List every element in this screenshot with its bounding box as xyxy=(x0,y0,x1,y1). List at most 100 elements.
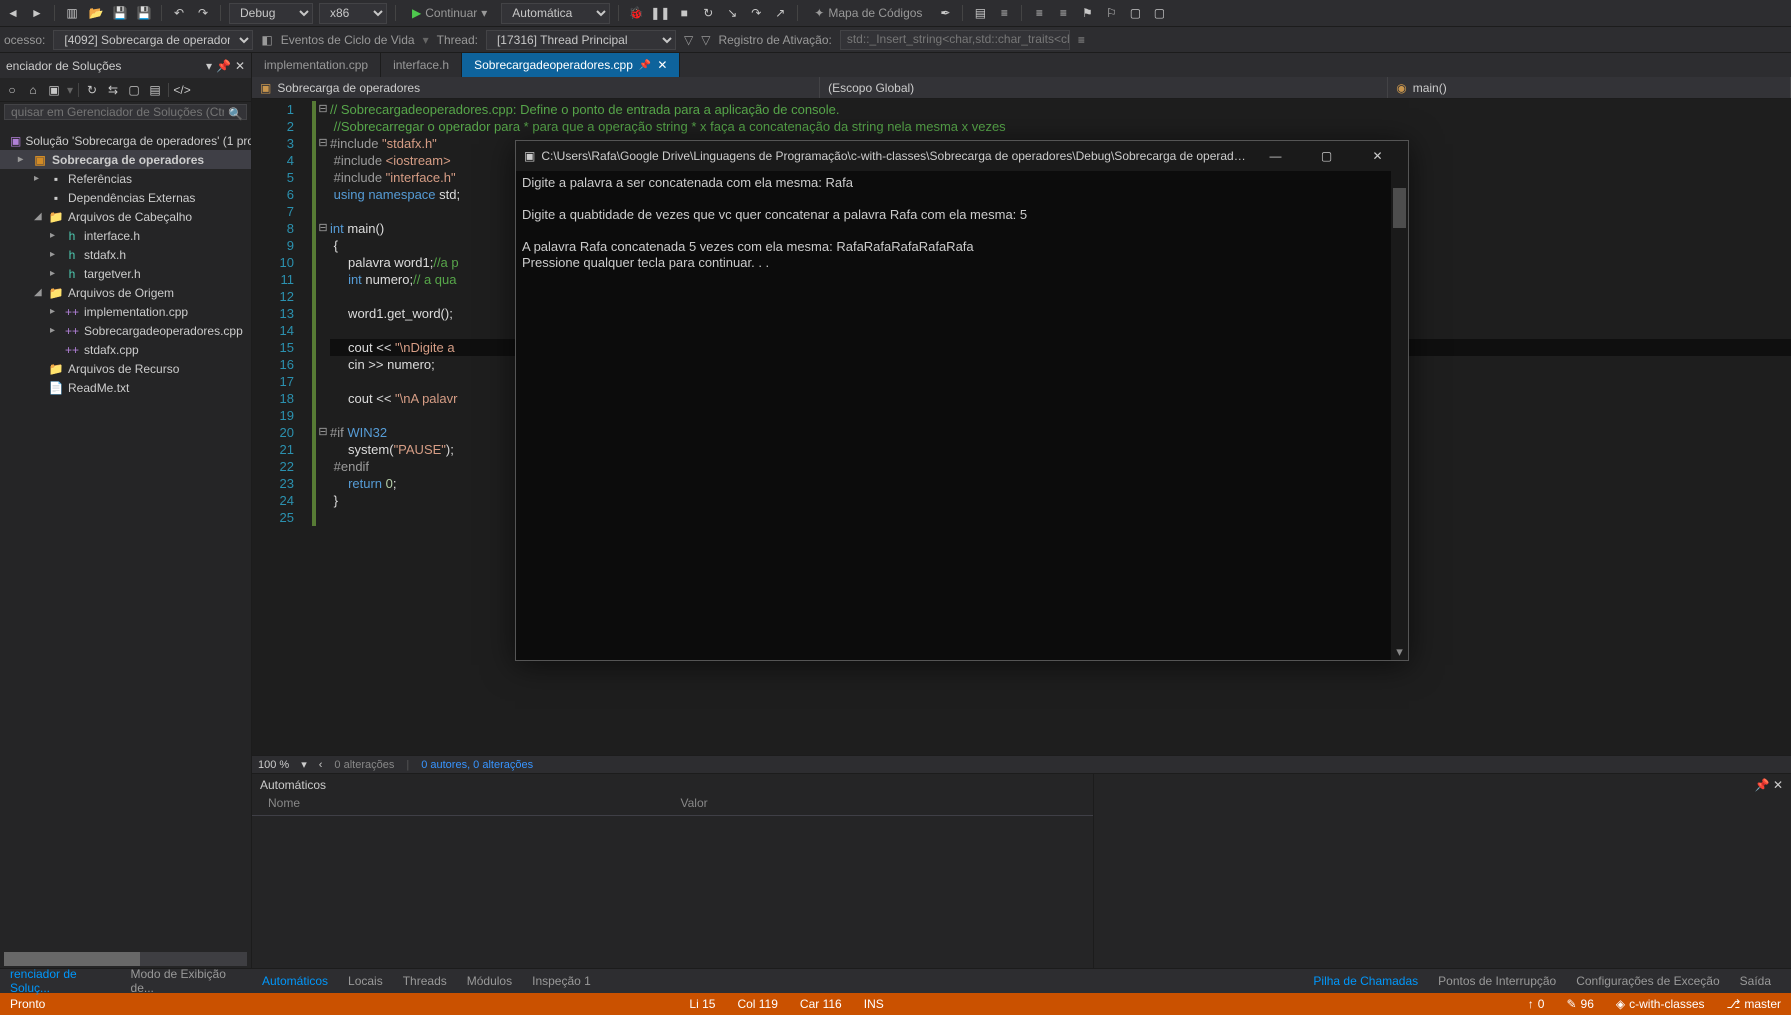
pause-icon[interactable]: ❚❚ xyxy=(651,4,669,22)
continue-button[interactable]: ▶Continuar ▾ xyxy=(404,4,495,22)
flag-icon[interactable]: ⚐ xyxy=(1102,4,1120,22)
save-all-icon[interactable]: 💾 xyxy=(135,4,153,22)
open-file-icon[interactable]: 📂 xyxy=(87,4,105,22)
debug-icon[interactable]: 🐞 xyxy=(627,4,645,22)
refresh-icon[interactable]: ↻ xyxy=(84,82,100,98)
bookmark-icon[interactable]: ⚑ xyxy=(1078,4,1096,22)
editor-tab[interactable]: implementation.cpp xyxy=(252,53,381,77)
tree-node[interactable]: ▸++implementation.cpp xyxy=(0,302,251,321)
tree-node[interactable]: ▣Solução 'Sobrecarga de operadores' (1 p… xyxy=(0,131,251,150)
restart-icon[interactable]: ↻ xyxy=(699,4,717,22)
zoom-level[interactable]: 100 % xyxy=(258,759,289,771)
align-left-icon[interactable]: ≡ xyxy=(1030,4,1048,22)
close-icon[interactable]: ✕ xyxy=(1773,778,1783,792)
undo-icon[interactable]: ↶ xyxy=(170,4,188,22)
tree-node[interactable]: ▸▪Referências xyxy=(0,169,251,188)
console-scrollbar[interactable]: ▴ ▾ xyxy=(1391,171,1408,660)
nav-back-icon[interactable]: ◄ xyxy=(4,4,22,22)
lifecycle-icon[interactable]: ◧ xyxy=(261,33,272,47)
codelens-authors[interactable]: 0 autores, 0 alterações xyxy=(421,759,533,771)
tree-node[interactable]: ▸htargetver.h xyxy=(0,264,251,283)
editor-tab[interactable]: interface.h xyxy=(381,53,462,77)
nav-project[interactable]: ▣Sobrecarga de operadores xyxy=(252,77,820,98)
filter2-icon[interactable]: ▽ xyxy=(701,33,710,47)
tree-node[interactable]: ▸hinterface.h xyxy=(0,226,251,245)
filter-icon[interactable]: ▽ xyxy=(684,33,693,47)
platform-dropdown[interactable]: x86 xyxy=(319,3,387,24)
codemap-button[interactable]: ✦ Mapa de Códigos xyxy=(806,4,930,22)
thread-dropdown[interactable]: [17316] Thread Principal xyxy=(486,30,676,50)
toolbox-icon[interactable]: ✒ xyxy=(936,4,954,22)
config-dropdown[interactable]: Debug xyxy=(229,3,313,24)
minimize-button[interactable]: — xyxy=(1253,141,1298,171)
panel-tab[interactable]: renciador de Soluç... xyxy=(0,969,121,993)
tree-node[interactable]: ▪Dependências Externas xyxy=(0,188,251,207)
tree-hscroll[interactable] xyxy=(4,952,247,966)
dropdown-icon[interactable]: ▾ xyxy=(206,59,212,73)
panel-tab[interactable]: Threads xyxy=(393,969,457,993)
tree-node[interactable]: ▸++Sobrecargadeoperadores.cpp xyxy=(0,321,251,340)
step-out-icon[interactable]: ↗ xyxy=(771,4,789,22)
panel-tab[interactable]: Inspeção 1 xyxy=(522,969,601,993)
pin-icon[interactable]: 📌 xyxy=(216,59,231,73)
home-icon[interactable]: ○ xyxy=(4,82,20,98)
close-panel-icon[interactable]: ✕ xyxy=(235,59,245,73)
automatic-dropdown[interactable]: Automática xyxy=(501,3,610,24)
nav-fwd-icon[interactable]: ► xyxy=(28,4,46,22)
sync-icon[interactable]: ▣ xyxy=(46,82,62,98)
autos-body[interactable] xyxy=(252,816,1093,968)
scroll-down-icon[interactable]: ▾ xyxy=(1391,643,1408,660)
changes-nav-prev[interactable]: ‹ xyxy=(319,759,323,771)
redo-icon[interactable]: ↷ xyxy=(194,4,212,22)
nav-scope[interactable]: (Escopo Global) xyxy=(820,77,1388,98)
collapse-icon[interactable]: ⇆ xyxy=(105,82,121,98)
close-button[interactable]: ✕ xyxy=(1355,141,1400,171)
tree-node[interactable]: 📄ReadMe.txt xyxy=(0,378,251,397)
uncomment-icon[interactable]: ▢ xyxy=(1150,4,1168,22)
properties-icon[interactable]: ▤ xyxy=(147,82,163,98)
panel-tab[interactable]: Automáticos xyxy=(252,969,338,993)
search-icon[interactable]: 🔍 xyxy=(228,107,243,121)
panel-tab[interactable]: Saída xyxy=(1730,969,1781,993)
tree-node[interactable]: ++stdafx.cpp xyxy=(0,340,251,359)
home2-icon[interactable]: ⌂ xyxy=(25,82,41,98)
code-icon[interactable]: </> xyxy=(174,82,190,98)
save-icon[interactable]: 💾 xyxy=(111,4,129,22)
panel-tab[interactable]: Módulos xyxy=(457,969,522,993)
pin-icon[interactable]: 📌 xyxy=(639,60,651,71)
tree-node[interactable]: 📁Arquivos de Recurso xyxy=(0,359,251,378)
layers-icon[interactable]: ▤ xyxy=(971,4,989,22)
panel-tab[interactable]: Configurações de Exceção xyxy=(1566,969,1729,993)
tree-node[interactable]: ▸▣Sobrecarga de operadores xyxy=(0,150,251,169)
indent-icon[interactable]: ≡ xyxy=(995,4,1013,22)
status-pending[interactable]: ✎96 xyxy=(1566,997,1593,1011)
close-tab-icon[interactable]: ✕ xyxy=(657,58,667,72)
maximize-button[interactable]: ▢ xyxy=(1304,141,1349,171)
tree-node[interactable]: ◢📁Arquivos de Cabeçalho xyxy=(0,207,251,226)
panel-tab[interactable]: Locais xyxy=(338,969,393,993)
align-right-icon[interactable]: ≡ xyxy=(1054,4,1072,22)
step-into-icon[interactable]: ↘ xyxy=(723,4,741,22)
step-over-icon[interactable]: ↷ xyxy=(747,4,765,22)
solution-search-input[interactable] xyxy=(4,104,247,120)
status-publish[interactable]: ↑0 xyxy=(1528,997,1545,1011)
panel-tab[interactable]: Pontos de Interrupção xyxy=(1428,969,1566,993)
tree-node[interactable]: ▸hstdafx.h xyxy=(0,245,251,264)
showall-icon[interactable]: ▢ xyxy=(126,82,142,98)
status-repo[interactable]: ◈c-with-classes xyxy=(1616,997,1705,1011)
editor-tab[interactable]: Sobrecargadeoperadores.cpp📌✕ xyxy=(462,53,680,77)
panel-tab[interactable]: Modo de Exibição de... xyxy=(121,969,252,993)
tree-node[interactable]: ◢📁Arquivos de Origem xyxy=(0,283,251,302)
activation-value[interactable]: std::_Insert_string<char,std::char_trait… xyxy=(840,30,1070,50)
callstack-body[interactable] xyxy=(1094,796,1791,968)
process-dropdown[interactable]: [4092] Sobrecarga de operadores. xyxy=(53,30,253,50)
new-project-icon[interactable]: ▥ xyxy=(63,4,81,22)
nav-function[interactable]: ◉main() xyxy=(1388,77,1791,98)
overflow-icon[interactable]: ≡ xyxy=(1078,33,1085,47)
pin-icon[interactable]: 📌 xyxy=(1755,778,1770,792)
status-branch[interactable]: ⎇master xyxy=(1727,997,1782,1011)
stop-icon[interactable]: ■ xyxy=(675,4,693,22)
panel-tab[interactable]: Pilha de Chamadas xyxy=(1303,969,1428,993)
comment-icon[interactable]: ▢ xyxy=(1126,4,1144,22)
console-titlebar[interactable]: ▣ C:\Users\Rafa\Google Drive\Linguagens … xyxy=(516,141,1408,171)
